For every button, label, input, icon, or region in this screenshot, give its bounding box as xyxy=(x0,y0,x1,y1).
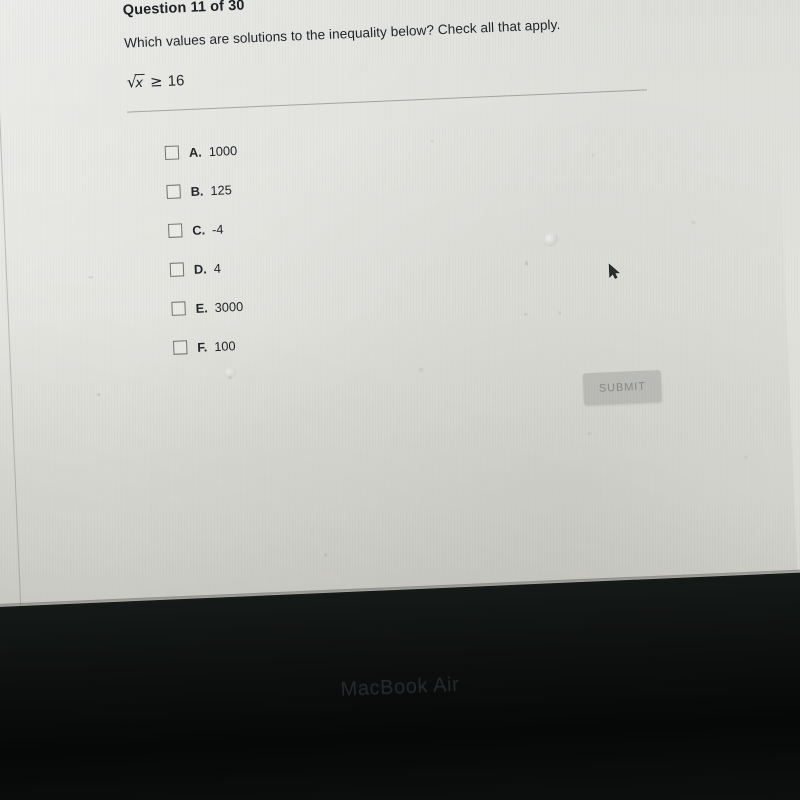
answer-checkbox[interactable] xyxy=(164,145,180,161)
square-root-icon: √ x xyxy=(126,72,146,92)
answer-option-value: 4 xyxy=(213,260,222,276)
screen-shading xyxy=(0,0,800,658)
answer-option-letter: B. xyxy=(190,182,204,199)
answer-option-value: -4 xyxy=(211,221,224,237)
question-counter: Question 11 of 30 xyxy=(122,0,245,19)
answer-checkbox[interactable] xyxy=(171,301,186,316)
submit-button[interactable]: SUBMIT xyxy=(582,370,663,406)
answer-option-value: 125 xyxy=(210,181,233,198)
answer-option[interactable]: C. -4 xyxy=(167,217,241,242)
answer-checkbox[interactable] xyxy=(166,184,181,199)
answer-options-list: A. 1000 B. 125 C. -4 D. 4 E. 3000 F. 100 xyxy=(164,139,246,376)
answer-option-letter: D. xyxy=(193,260,208,277)
answer-checkbox[interactable] xyxy=(169,262,185,277)
answer-option-letter: E. xyxy=(195,299,209,316)
question-prompt: Which values are solutions to the inequa… xyxy=(123,17,561,51)
answer-option-letter: A. xyxy=(188,143,203,160)
answer-option[interactable]: F. 100 xyxy=(172,334,246,359)
sidebar-divider xyxy=(0,0,24,657)
answer-checkbox[interactable] xyxy=(167,223,183,238)
mouse-cursor-icon xyxy=(608,263,620,279)
relation-symbol: ≥ xyxy=(149,72,164,91)
answer-option[interactable]: D. 4 xyxy=(169,256,242,281)
content-divider xyxy=(127,89,647,113)
answer-option-value: 3000 xyxy=(214,298,244,315)
inequality-expression: √ x ≥ 16 xyxy=(126,71,185,92)
answer-option[interactable]: B. 125 xyxy=(166,178,239,203)
radicand: x xyxy=(134,73,146,92)
laptop-photo: Question 11 of 30 Which values are solut… xyxy=(0,0,800,800)
answer-option[interactable]: E. 3000 xyxy=(171,295,244,320)
answer-option[interactable]: A. 1000 xyxy=(164,139,237,164)
right-side-value: 16 xyxy=(167,71,185,90)
answer-checkbox[interactable] xyxy=(172,340,188,355)
quiz-page: Question 11 of 30 Which values are solut… xyxy=(0,0,800,658)
answer-option-value: 1000 xyxy=(208,142,238,159)
laptop-screen: Question 11 of 30 Which values are solut… xyxy=(0,0,800,665)
answer-option-letter: C. xyxy=(191,221,206,238)
answer-option-letter: F. xyxy=(196,338,208,355)
answer-option-value: 100 xyxy=(213,337,236,354)
